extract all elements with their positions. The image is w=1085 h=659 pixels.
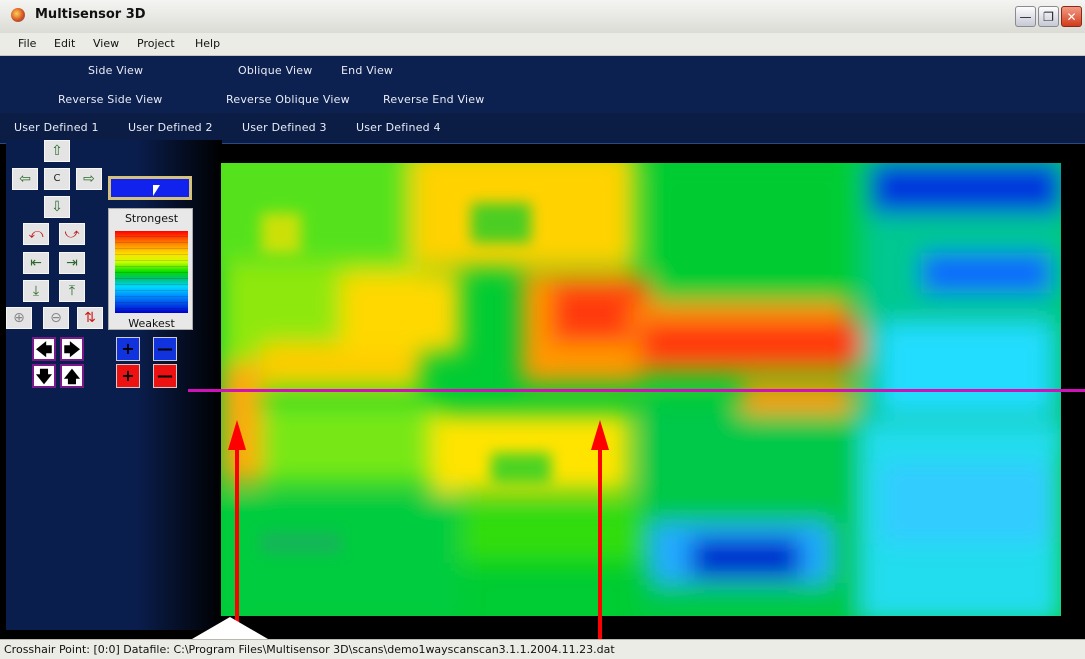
rotate-left-icon[interactable]: ⤺ [23, 223, 49, 245]
reverse-oblique-view-button[interactable]: Reverse Oblique View [226, 93, 350, 106]
marker-arrow-left-head [228, 420, 246, 450]
menu-project[interactable]: Project [137, 37, 175, 50]
rotate-right-icon[interactable]: ⤻ [59, 223, 85, 245]
close-icon[interactable]: ✕ [1061, 6, 1082, 27]
reverse-end-view-button[interactable]: Reverse End View [383, 93, 484, 106]
user-defined-3-button[interactable]: User Defined 3 [242, 121, 327, 134]
move-down-icon[interactable]: ⤓ [23, 280, 49, 302]
step-left-icon[interactable]: 🡄 [32, 337, 56, 361]
user-defined-2-button[interactable]: User Defined 2 [128, 121, 213, 134]
move-up-icon[interactable]: ⤒ [59, 280, 85, 302]
pan-up-icon[interactable]: ⇧ [44, 140, 70, 162]
restore-icon[interactable]: ❐ [1038, 6, 1059, 27]
user-defined-1-button[interactable]: User Defined 1 [14, 121, 99, 134]
end-view-button[interactable]: End View [341, 64, 393, 77]
view-bar-1: Side View Oblique View End View [0, 56, 1085, 87]
reverse-side-view-button[interactable]: Reverse Side View [58, 93, 163, 106]
position-marker-icon[interactable] [192, 617, 268, 639]
blue-minus-icon[interactable]: — [153, 337, 177, 361]
menu-file[interactable]: File [18, 37, 36, 50]
swap-icon[interactable]: ⇅ [77, 307, 103, 329]
minimize-icon[interactable]: — [1015, 6, 1036, 27]
zoom-in-icon[interactable]: ⊕ [6, 307, 32, 329]
mouse-cursor-icon [153, 185, 160, 196]
menu-bar: File Edit View Project Help [0, 33, 1085, 56]
status-bar: Crosshair Point: [0:0] Datafile: C:\Prog… [0, 639, 1085, 659]
app-icon [11, 8, 25, 22]
crosshair-line[interactable] [188, 389, 1085, 392]
red-minus-icon[interactable]: — [153, 364, 177, 388]
pan-down-icon[interactable]: ⇩ [44, 196, 70, 218]
legend-weakest-label: Weakest [128, 317, 175, 330]
step-up-icon[interactable]: 🡅 [60, 364, 84, 388]
user-defined-4-button[interactable]: User Defined 4 [356, 121, 441, 134]
step-right-icon[interactable]: 🡆 [60, 337, 84, 361]
title-bar: Multisensor 3D — ❐ ✕ [0, 0, 1085, 34]
legend-strongest-label: Strongest [124, 212, 179, 225]
skip-end-icon[interactable]: ⇥ [59, 252, 85, 274]
status-text: Crosshair Point: [0:0] Datafile: C:\Prog… [4, 643, 615, 656]
view-bar-2: Reverse Side View Reverse Oblique View R… [0, 85, 1085, 116]
blue-plus-icon[interactable]: + [116, 337, 140, 361]
skip-start-icon[interactable]: ⇤ [23, 252, 49, 274]
red-plus-icon[interactable]: + [116, 364, 140, 388]
pan-left-icon[interactable]: ⇦ [12, 168, 38, 190]
marker-arrow-right [598, 450, 602, 658]
pan-right-icon[interactable]: ⇨ [76, 168, 102, 190]
color-legend: Strongest Weakest [108, 208, 193, 330]
oblique-view-button[interactable]: Oblique View [238, 64, 312, 77]
window-title: Multisensor 3D [35, 7, 146, 22]
center-button[interactable]: C [44, 168, 70, 190]
menu-view[interactable]: View [93, 37, 119, 50]
menu-help[interactable]: Help [195, 37, 220, 50]
selected-color-swatch[interactable] [108, 176, 192, 200]
menu-edit[interactable]: Edit [54, 37, 75, 50]
zoom-out-icon[interactable]: ⊖ [43, 307, 69, 329]
marker-arrow-right-head [591, 420, 609, 450]
step-down-icon[interactable]: 🡇 [32, 364, 56, 388]
side-view-button[interactable]: Side View [88, 64, 143, 77]
